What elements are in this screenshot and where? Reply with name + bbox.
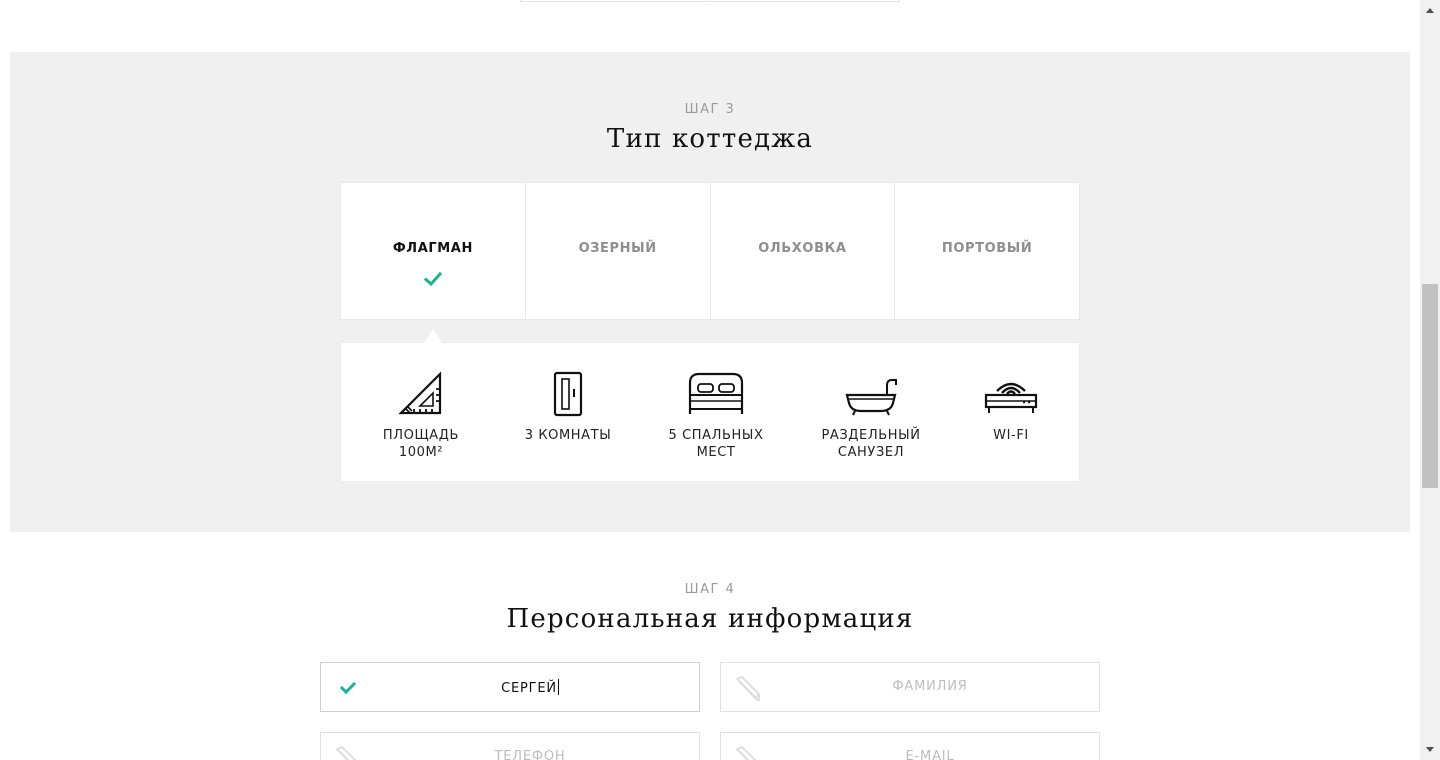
- cottage-type-tabs: ФЛАГМАН ОЗЕРНЫЙ ОЛЬХОВКА ПОРТОВЫЙ: [340, 182, 1080, 320]
- text-caret: [557, 679, 559, 695]
- feature-label: 5 СПАЛЬНЫХ МЕСТ: [668, 428, 764, 460]
- tab-ozerny[interactable]: ОЗЕРНЫЙ: [526, 183, 711, 319]
- bed-icon: [688, 372, 744, 414]
- first-name-field[interactable]: СЕРГЕЙ: [320, 662, 700, 712]
- bathtub-icon: [845, 379, 897, 416]
- step-3-title: Тип коттеджа: [606, 124, 814, 154]
- feature-label: РАЗДЕЛЬНЫЙ САНУЗЕЛ: [821, 428, 921, 460]
- door-icon: [553, 371, 583, 417]
- step-4-label: ШАГ 4: [684, 582, 736, 597]
- phone-field[interactable]: ТЕЛЕФОН: [320, 732, 700, 760]
- pencil-icon: [335, 746, 357, 760]
- scroll-down-arrow-icon[interactable]: [1420, 740, 1440, 758]
- scroll-up-arrow-icon[interactable]: [1420, 2, 1440, 20]
- cottage-features-panel: ПЛОЩАДЬ 100М² 3 КОМНАТЫ 5 СПАЛЬНЫХ МЕСТ …: [340, 329, 1080, 482]
- tab-label: ОЗЕРНЫЙ: [578, 241, 657, 256]
- email-field[interactable]: E-MAIL: [720, 732, 1100, 760]
- feature-label: WI-FI: [993, 428, 1029, 443]
- feature-rooms: 3 КОМНАТЫ: [508, 371, 628, 444]
- feature-bathroom: РАЗДЕЛЬНЫЙ САНУЗЕЛ: [811, 371, 931, 461]
- vertical-scrollbar[interactable]: [1420, 0, 1440, 760]
- feature-beds: 5 СПАЛЬНЫХ МЕСТ: [656, 371, 776, 461]
- check-icon: [339, 681, 357, 695]
- tab-label: ОЛЬХОВКА: [758, 241, 847, 256]
- wifi-router-icon: [984, 382, 1038, 413]
- step-3-label: ШАГ 3: [684, 102, 736, 117]
- step-3-section: ШАГ 3 Тип коттеджа ФЛАГМАН ОЗЕРНЫЙ ОЛЬХО…: [10, 52, 1410, 532]
- previous-step-options: [520, 0, 900, 2]
- page: ШАГ 3 Тип коттеджа ФЛАГМАН ОЗЕРНЫЙ ОЛЬХО…: [0, 0, 1420, 760]
- pencil-icon: [735, 746, 757, 760]
- tab-flagman[interactable]: ФЛАГМАН: [341, 183, 526, 319]
- step-4-title: Персональная информация: [506, 604, 914, 634]
- last-name-placeholder: ФАМИЛИЯ: [892, 679, 968, 694]
- feature-area: ПЛОЩАДЬ 100М²: [361, 371, 481, 461]
- ruler-triangle-icon: [398, 371, 442, 415]
- feature-label: 3 КОМНАТЫ: [524, 428, 612, 443]
- phone-placeholder: ТЕЛЕФОН: [494, 749, 566, 760]
- tab-olkhovka[interactable]: ОЛЬХОВКА: [711, 183, 896, 319]
- feature-wifi: WI-FI: [951, 371, 1071, 444]
- tab-portovy[interactable]: ПОРТОВЫЙ: [895, 183, 1079, 319]
- check-icon: [423, 271, 442, 287]
- last-name-field[interactable]: ФАМИЛИЯ: [720, 662, 1100, 712]
- pencil-icon: [735, 676, 761, 701]
- tab-label: ФЛАГМАН: [392, 241, 473, 256]
- tab-label: ПОРТОВЫЙ: [941, 241, 1033, 256]
- scrollbar-thumb[interactable]: [1422, 284, 1438, 488]
- selected-tab-pointer: [424, 329, 442, 343]
- first-name-value: СЕРГЕЙ: [501, 679, 559, 696]
- email-placeholder: E-MAIL: [905, 749, 955, 760]
- feature-label: ПЛОЩАДЬ 100М²: [382, 428, 460, 460]
